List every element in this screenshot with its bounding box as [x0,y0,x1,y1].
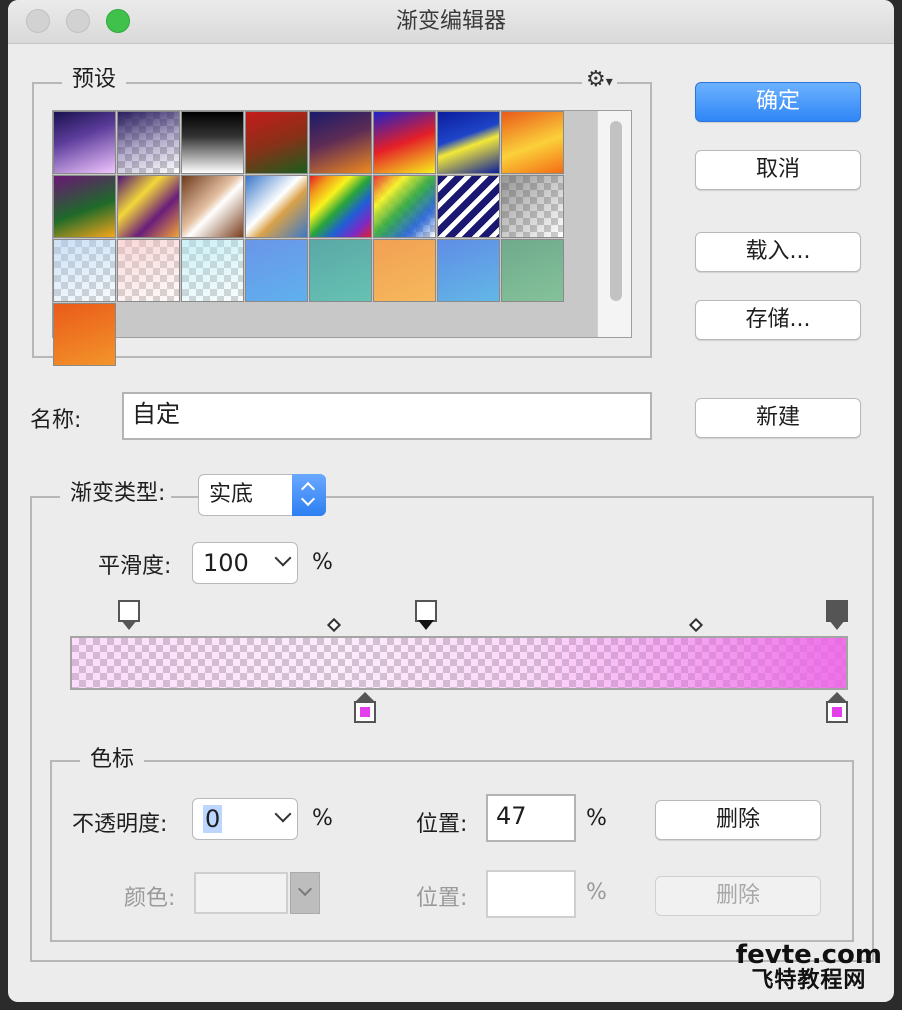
preset-swatch[interactable] [309,111,372,174]
preset-swatch[interactable] [53,303,116,366]
color-label: 颜色: [124,886,176,911]
opacity-unit: % [312,806,333,831]
preset-swatch[interactable] [181,239,244,302]
preset-swatch[interactable] [501,111,564,174]
preset-swatch-area [52,110,632,366]
name-input[interactable]: 自定 [122,392,652,440]
opacity-select[interactable]: 0 [192,798,298,840]
color-stop-swatch [832,707,842,717]
opacity-position-label: 位置: [416,812,468,837]
title-bar: 渐变编辑器 [8,0,894,44]
new-button[interactable]: 新建 [695,398,861,438]
color-position-label: 位置: [416,886,468,911]
opacity-value: 0 [203,805,223,833]
preset-swatch[interactable] [117,175,180,238]
preset-swatch[interactable] [309,175,372,238]
presets-scroll-thumb[interactable] [610,121,622,301]
opacity-stop-left[interactable] [118,600,140,632]
preset-swatch[interactable] [53,175,116,238]
opacity-stop-middle[interactable] [415,600,437,632]
chevron-down-icon [274,549,292,567]
opacity-label: 不透明度: [72,812,168,837]
presets-title: 预设 [62,66,127,94]
preset-swatch[interactable] [117,239,180,302]
color-position-input[interactable] [486,870,576,918]
smoothness-label: 平滑度: [98,554,172,579]
gradient-type-stepper[interactable] [292,474,326,516]
color-stop-swatch [360,707,370,717]
stops-title: 色标 [80,746,145,774]
opacity-position-input[interactable]: 47 [486,794,576,842]
preset-swatch[interactable] [309,239,372,302]
preset-swatch[interactable] [437,239,500,302]
preset-swatch[interactable] [181,175,244,238]
preset-swatch[interactable] [373,111,436,174]
smoothness-value: 100 [203,549,249,577]
preset-swatch[interactable] [245,175,308,238]
preset-swatch[interactable] [245,239,308,302]
opacity-stop-right[interactable] [826,600,848,632]
preset-swatch[interactable] [245,111,308,174]
color-stop-right[interactable] [826,692,848,726]
cancel-button[interactable]: 取消 [695,150,861,190]
opacity-position-unit: % [586,806,607,831]
chevron-down-icon [274,805,292,823]
preset-swatch[interactable] [53,239,116,302]
watermark-line2: 飞特教程网 [751,968,867,993]
preset-swatch[interactable] [373,239,436,302]
delete-color-stop-button[interactable]: 删除 [655,876,821,916]
down-chevron-icon [300,491,316,507]
preset-swatch[interactable] [437,111,500,174]
gradient-editor-window: 渐变编辑器 预设 ⚙▾ 确定 取消 载入... 存储... 名称: 自定 新建 … [8,0,894,1002]
gradient-preview-bar[interactable] [70,636,848,690]
watermark-logo: fevte.com 飞特教程网 [736,942,882,992]
preset-swatch[interactable] [373,175,436,238]
gradient-type-select[interactable]: 实底 [198,474,326,516]
preset-swatch[interactable] [501,239,564,302]
color-picker-dropdown[interactable] [290,872,320,914]
preset-swatch[interactable] [437,175,500,238]
presets-scrollbar[interactable] [597,111,631,337]
preset-swatch[interactable] [501,175,564,238]
preset-swatch[interactable] [53,111,116,174]
watermark-line1: fevte.com [735,940,882,970]
delete-opacity-stop-button[interactable]: 删除 [655,800,821,840]
color-stop-left[interactable] [354,692,376,726]
color-picker-swatch[interactable] [194,872,288,914]
name-label: 名称: [30,408,82,433]
gradient-type-label: 渐变类型: [60,480,172,508]
chevron-down-icon [297,881,313,897]
smoothness-unit: % [312,550,333,575]
save-button[interactable]: 存储... [695,300,861,340]
preset-swatch[interactable] [117,111,180,174]
ok-button[interactable]: 确定 [695,82,861,122]
load-button[interactable]: 载入... [695,232,861,272]
window-title: 渐变编辑器 [395,9,506,34]
preset-swatch[interactable] [181,111,244,174]
smoothness-select[interactable]: 100 [192,542,298,584]
gradient-type-value: 实底 [209,482,254,507]
color-position-unit: % [586,880,607,905]
gear-icon[interactable]: ⚙▾ [582,66,617,96]
